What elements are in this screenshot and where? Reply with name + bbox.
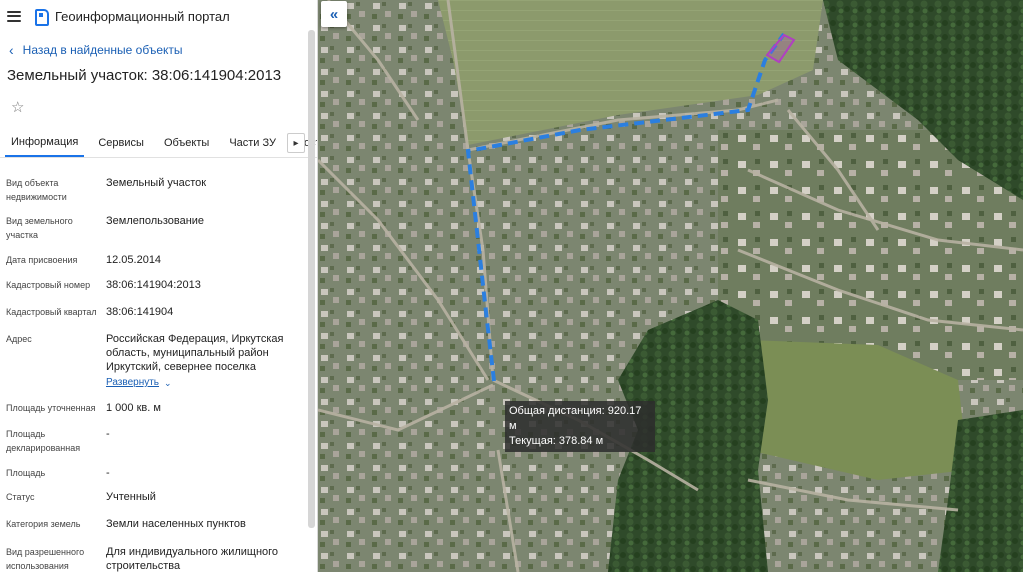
back-link-label: Назад в найденные объекты — [22, 43, 183, 57]
property-value: 1 000 кв. м — [106, 402, 161, 414]
property-label: Кадастровый номер — [6, 280, 91, 290]
property-value: Российская Федерация, Иркутская область,… — [106, 332, 301, 390]
tab-services[interactable]: Сервисы — [92, 128, 150, 157]
chevron-left-icon: ‹ — [9, 42, 14, 58]
expand-label: Развернуть — [106, 377, 160, 388]
property-value: - — [106, 428, 110, 440]
property-row: Кадастровый квартал 38:06:141904 — [6, 305, 301, 319]
back-to-results-link[interactable]: ‹ Назад в найденные объекты — [0, 39, 317, 61]
measure-tooltip: Общая дистанция: 920.17 м Текущая: 378.8… — [505, 401, 655, 452]
satellite-map[interactable]: « Общая дистанция: 920.17 м Текущая: 378… — [318, 0, 1023, 572]
portal-logo-icon — [35, 9, 49, 26]
tab-parcel-parts[interactable]: Части ЗУ — [223, 128, 282, 157]
tab-label: Сервисы — [98, 136, 144, 149]
property-label: Площадь декларированная — [6, 429, 81, 453]
property-label: Площадь — [6, 468, 46, 478]
expand-address-link[interactable]: Развернуть ⌄ — [106, 376, 172, 390]
total-distance: Общая дистанция: 920.17 м — [509, 405, 642, 432]
satellite-imagery — [318, 0, 1023, 572]
top-bar: Геоинформационный портал — [0, 0, 317, 32]
property-row: Вид объекта недвижимости Земельный участ… — [6, 176, 301, 204]
property-value: Земельный участок — [106, 177, 207, 189]
property-row: Вид разрешенного использования Для индив… — [6, 545, 301, 572]
property-label: Дата присвоения — [6, 255, 78, 265]
current-distance: Текущая: 378.84 м — [509, 435, 604, 447]
tab-label: Информация — [11, 135, 79, 148]
property-row: Площадь уточненная 1 000 кв. м — [6, 401, 301, 415]
property-label: Площадь уточненная — [6, 403, 96, 413]
property-row: Вид земельного участка Землепользование — [6, 214, 301, 242]
hamburger-icon[interactable] — [7, 10, 21, 22]
info-panel: Геоинформационный портал ‹ Назад в найде… — [0, 0, 318, 572]
property-label: Вид земельного участка — [6, 216, 73, 240]
tab-bar: Информация Сервисы Объекты Части ЗУ Сост… — [0, 128, 317, 158]
object-title: Земельный участок: 38:06:141904:2013 — [7, 67, 282, 84]
property-label: Категория земель — [6, 519, 81, 529]
property-row: Кадастровый номер 38:06:141904:2013 — [6, 278, 301, 292]
property-row: Площадь декларированная - — [6, 427, 301, 455]
property-row: Дата присвоения 12.05.2014 — [6, 253, 301, 267]
app-title: Геоинформационный портал — [55, 8, 230, 24]
property-label: Кадастровый квартал — [6, 307, 97, 317]
property-label: Статус — [6, 492, 35, 502]
property-label: Адрес — [6, 334, 32, 344]
property-value: 12.05.2014 — [106, 254, 162, 266]
property-value: Землепользование — [106, 215, 205, 227]
tab-objects[interactable]: Объекты — [158, 128, 215, 157]
panel-scrollbar[interactable] — [308, 30, 315, 528]
tab-label: Части ЗУ — [229, 136, 277, 149]
collapse-panel-button[interactable]: « — [321, 1, 347, 27]
tab-label: Объекты — [163, 136, 210, 149]
property-row-address: Адрес Российская Федерация, Иркутская об… — [6, 332, 301, 390]
property-value: 38:06:141904:2013 — [106, 279, 201, 291]
property-row: Категория земель Земли населенных пункто… — [6, 517, 301, 531]
property-value: Земли населенных пунктов — [106, 518, 246, 530]
property-label: Вид объекта недвижимости — [6, 178, 67, 202]
property-value: Учтенный — [106, 491, 156, 503]
tab-information[interactable]: Информация — [5, 128, 85, 157]
property-value: Для индивидуального жилищного строительс… — [106, 546, 279, 572]
address-text: Российская Федерация, Иркутская область,… — [106, 333, 284, 373]
tabs-scroll-right-icon[interactable]: ▸ — [287, 133, 305, 153]
property-label: Вид разрешенного использования — [6, 547, 85, 571]
favorite-star-icon[interactable]: ☆ — [11, 100, 27, 116]
property-value: 38:06:141904 — [106, 306, 174, 318]
chevron-down-icon: ⌄ — [164, 378, 172, 388]
property-row: Статус Учтенный — [6, 490, 301, 504]
property-row: Площадь - — [6, 466, 301, 480]
property-value: - — [106, 467, 110, 479]
